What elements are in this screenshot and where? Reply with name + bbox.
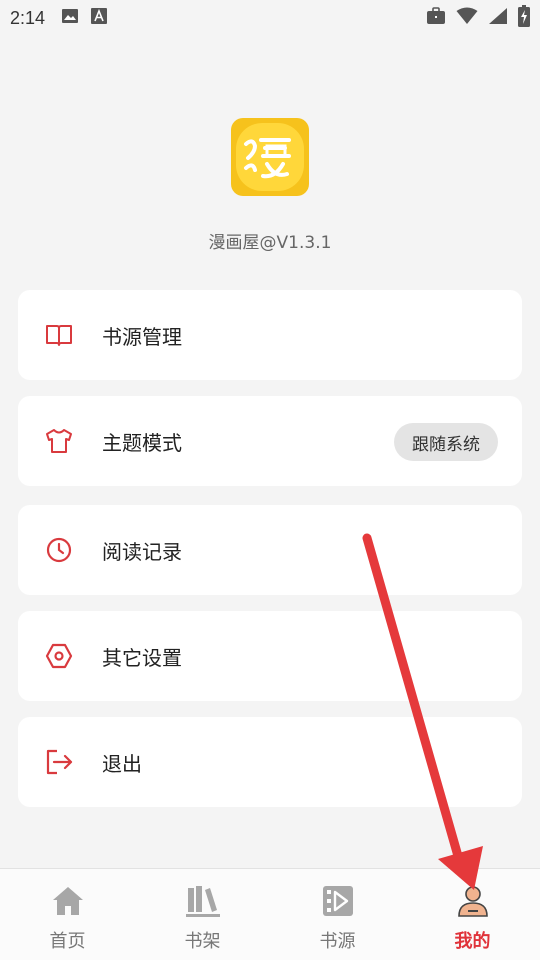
menu-item-book-sources[interactable]: 书源管理 — [18, 290, 522, 380]
briefcase-icon — [426, 7, 446, 29]
bookshelf-icon — [185, 883, 221, 919]
menu-label: 阅读记录 — [102, 539, 182, 564]
status-right-icons — [426, 0, 530, 36]
nav-label: 书架 — [184, 931, 221, 952]
nav-label: 首页 — [49, 931, 86, 952]
profile-icon — [455, 883, 491, 919]
home-icon — [50, 883, 86, 919]
status-time: 2:14 — [10, 7, 46, 28]
book-icon — [44, 320, 74, 350]
menu-item-other-settings[interactable]: 其它设置 — [18, 611, 522, 701]
a-notification-icon — [91, 8, 108, 28]
nav-label: 我的 — [454, 931, 491, 952]
source-icon — [320, 883, 356, 919]
app-logo — [231, 118, 309, 196]
menu-item-logout[interactable]: 退出 — [18, 717, 522, 807]
menu-label: 退出 — [102, 751, 142, 776]
wifi-icon — [456, 7, 478, 29]
shirt-icon — [44, 426, 74, 456]
menu-label: 主题模式 — [102, 430, 182, 455]
status-bar: 2:14 — [0, 0, 540, 36]
menu-label: 书源管理 — [102, 324, 182, 349]
nav-label: 书源 — [319, 931, 356, 952]
status-left-icons — [61, 8, 108, 28]
signal-icon — [488, 7, 508, 29]
nav-item-sources[interactable]: 书源 — [270, 869, 405, 960]
bottom-nav: 首页 书架 书源 我的 — [0, 868, 540, 960]
nav-item-profile[interactable]: 我的 — [405, 869, 540, 960]
clock-icon — [44, 535, 74, 565]
logout-icon — [44, 747, 74, 777]
menu-item-reading-history[interactable]: 阅读记录 — [18, 505, 522, 595]
menu-label: 其它设置 — [102, 645, 182, 670]
menu-item-theme-mode[interactable]: 主题模式 跟随系统 — [18, 396, 522, 486]
comic-logo-icon — [231, 118, 309, 196]
nav-item-bookshelf[interactable]: 书架 — [135, 869, 270, 960]
theme-mode-badge[interactable]: 跟随系统 — [394, 423, 498, 461]
battery-icon — [518, 5, 530, 31]
settings-hexagon-icon — [44, 641, 74, 671]
nav-item-home[interactable]: 首页 — [0, 869, 135, 960]
app-version: 漫画屋@V1.3.1 — [208, 233, 332, 253]
image-icon — [61, 8, 79, 28]
